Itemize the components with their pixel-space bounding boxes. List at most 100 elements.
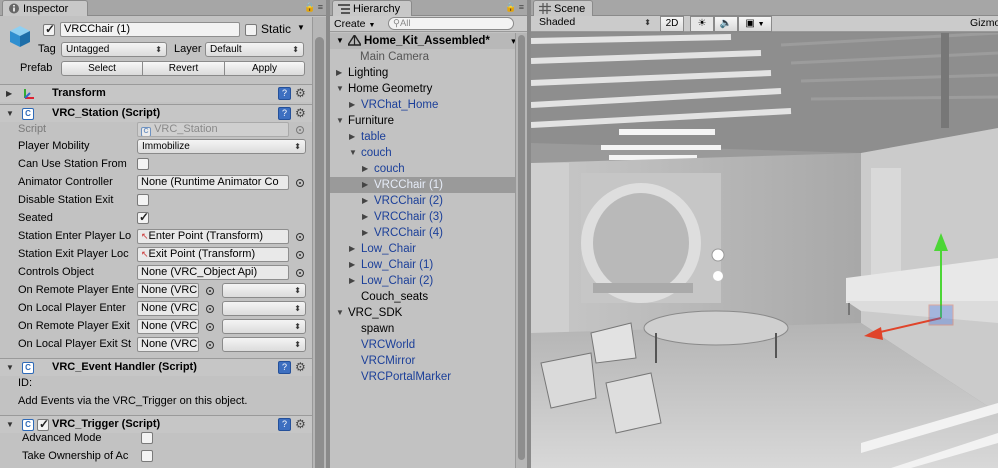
gear-icon[interactable]: ⚙ — [295, 107, 306, 119]
on-remote-exit-dropdown[interactable]: ⬍ — [222, 319, 306, 334]
hierarchy-item[interactable]: ▼ VRC_SDK — [330, 305, 517, 321]
controls-object-field[interactable]: None (VRC_Object Api) — [137, 265, 289, 280]
fold-open-icon[interactable]: ▼ — [336, 305, 344, 321]
inspector-scrollbar[interactable] — [312, 17, 326, 468]
image-icon[interactable]: ▣ ▼ — [738, 16, 772, 32]
tab-hierarchy[interactable]: Hierarchy — [332, 0, 412, 16]
on-remote-enter-dropdown[interactable]: ⬍ — [222, 283, 306, 298]
station-enter-field[interactable]: ↖Enter Point (Transform) — [137, 229, 289, 244]
object-picker-icon[interactable] — [206, 323, 214, 331]
hierarchy-item[interactable]: ▶ Low_Chair — [330, 241, 517, 257]
hierarchy-item[interactable]: VRCWorld — [330, 337, 517, 353]
fold-closed-icon[interactable]: ▶ — [349, 241, 355, 257]
toggle-2d-button[interactable]: 2D — [660, 16, 684, 32]
gear-icon[interactable]: ⚙ — [295, 87, 306, 99]
gear-icon[interactable]: ⚙ — [295, 361, 306, 373]
fold-closed-icon[interactable]: ▶ — [6, 89, 12, 98]
fold-closed-icon[interactable]: ▶ — [336, 65, 342, 81]
prefab-revert-button[interactable]: Revert — [142, 61, 225, 76]
event-handler-component-header[interactable]: ▼ C VRC_Event Handler (Script) ? ⚙ — [0, 358, 312, 376]
on-local-exit-field[interactable]: None (VRC — [137, 337, 199, 352]
hierarchy-item[interactable]: Main Camera — [330, 49, 517, 65]
fold-closed-icon[interactable]: ▶ — [362, 177, 368, 193]
object-picker-icon[interactable] — [296, 126, 304, 134]
seated-checkbox[interactable]: ✓ — [137, 210, 149, 224]
prefab-select-button[interactable]: Select — [61, 61, 143, 76]
fold-closed-icon[interactable]: ▶ — [362, 209, 368, 225]
hierarchy-item[interactable]: ▶ couch — [330, 161, 517, 177]
inspector-lock-menu-icon[interactable]: 🔒 ≡ — [304, 2, 323, 13]
object-picker-icon[interactable] — [296, 251, 304, 259]
object-picker-icon[interactable] — [206, 341, 214, 349]
hierarchy-item[interactable]: ▶ VRCChair (1) — [330, 177, 517, 193]
prefab-apply-button[interactable]: Apply — [224, 61, 305, 76]
fold-closed-icon[interactable]: ▶ — [349, 129, 355, 145]
shading-mode-dropdown[interactable]: Shaded ⬍ — [535, 16, 655, 31]
hierarchy-item[interactable]: ▼ Furniture — [330, 113, 517, 129]
object-picker-icon[interactable] — [296, 269, 304, 277]
can-use-station-checkbox[interactable] — [137, 158, 149, 170]
fold-open-icon[interactable]: ▼ — [6, 420, 14, 429]
fold-closed-icon[interactable]: ▶ — [362, 225, 368, 241]
on-local-enter-dropdown[interactable]: ⬍ — [222, 301, 306, 316]
on-remote-enter-field[interactable]: None (VRC — [137, 283, 199, 298]
sun-icon[interactable]: ☀ — [690, 16, 714, 32]
object-picker-icon[interactable] — [206, 305, 214, 313]
layer-dropdown[interactable]: Default ⬍ — [205, 42, 304, 57]
object-name-field[interactable]: VRCChair (1) — [60, 22, 240, 37]
on-local-enter-field[interactable]: None (VRC — [137, 301, 199, 316]
help-icon[interactable]: ? — [278, 361, 291, 374]
object-picker-icon[interactable] — [206, 287, 214, 295]
hierarchy-item[interactable]: VRCMirror — [330, 353, 517, 369]
station-component-header[interactable]: ▼ C VRC_Station (Script) ? ⚙ — [0, 104, 312, 122]
tag-dropdown[interactable]: Untagged ⬍ — [61, 42, 167, 57]
help-icon[interactable]: ? — [278, 87, 291, 100]
fold-open-icon[interactable]: ▼ — [336, 81, 344, 97]
hierarchy-item[interactable]: ▶ VRCChair (4) — [330, 225, 517, 241]
hierarchy-item[interactable]: ▶ Low_Chair (2) — [330, 273, 517, 289]
fold-open-icon[interactable]: ▼ — [336, 113, 344, 129]
station-exit-field[interactable]: ↖Exit Point (Transform) — [137, 247, 289, 262]
gear-icon[interactable]: ⚙ — [295, 418, 306, 430]
gizmos-label[interactable]: Gizmos — [970, 17, 998, 29]
fold-open-icon[interactable]: ▼ — [6, 109, 14, 118]
fold-open-icon[interactable]: ▼ — [349, 145, 357, 161]
fold-closed-icon[interactable]: ▶ — [349, 257, 355, 273]
fold-closed-icon[interactable]: ▶ — [349, 273, 355, 289]
hierarchy-item[interactable]: ▶ VRChat_Home — [330, 97, 517, 113]
hierarchy-lock-menu-icon[interactable]: 🔒 ≡ — [505, 2, 524, 13]
advanced-mode-checkbox[interactable] — [141, 432, 153, 444]
static-checkbox[interactable] — [245, 24, 257, 36]
take-ownership-checkbox[interactable] — [141, 450, 153, 462]
fold-closed-icon[interactable]: ▶ — [349, 97, 355, 113]
hierarchy-search-input[interactable]: ⚲All — [388, 17, 514, 30]
tab-scene[interactable]: Scene — [533, 0, 593, 16]
on-local-exit-dropdown[interactable]: ⬍ — [222, 337, 306, 352]
hierarchy-item[interactable]: ▶ VRCChair (3) — [330, 209, 517, 225]
hierarchy-item[interactable]: spawn — [330, 321, 517, 337]
hierarchy-item[interactable]: Couch_seats — [330, 289, 517, 305]
tab-inspector[interactable]: Inspector — [2, 0, 88, 16]
object-picker-icon[interactable] — [296, 179, 304, 187]
inspector-scrollbar-thumb[interactable] — [315, 37, 324, 468]
hierarchy-item[interactable]: ▶ VRCChair (2) — [330, 193, 517, 209]
object-picker-icon[interactable] — [296, 233, 304, 241]
hierarchy-scrollbar-thumb[interactable] — [518, 35, 525, 460]
hierarchy-item[interactable]: ▶ Lighting — [330, 65, 517, 81]
player-mobility-dropdown[interactable]: Immobilize ⬍ — [137, 139, 306, 154]
help-icon[interactable]: ? — [278, 418, 291, 431]
animator-controller-field[interactable]: None (Runtime Animator Co — [137, 175, 289, 190]
hierarchy-scrollbar[interactable] — [515, 33, 527, 468]
hierarchy-scene-row[interactable]: ▼ Home_Kit_Assembled* ▾≡ — [330, 33, 527, 49]
fold-open-icon[interactable]: ▼ — [6, 363, 14, 372]
static-dropdown-icon[interactable]: ▼ — [297, 23, 305, 32]
on-remote-exit-field[interactable]: None (VRC — [137, 319, 199, 334]
speaker-icon[interactable]: 🔈 — [714, 16, 738, 32]
scene-viewport[interactable] — [531, 33, 998, 468]
hierarchy-item[interactable]: ▼ Home Geometry — [330, 81, 517, 97]
disable-station-exit-checkbox[interactable] — [137, 194, 149, 206]
fold-open-icon[interactable]: ▼ — [336, 33, 344, 49]
hierarchy-item[interactable]: VRCPortalMarker — [330, 369, 517, 385]
help-icon[interactable]: ? — [278, 107, 291, 120]
hierarchy-item[interactable]: ▶ table — [330, 129, 517, 145]
